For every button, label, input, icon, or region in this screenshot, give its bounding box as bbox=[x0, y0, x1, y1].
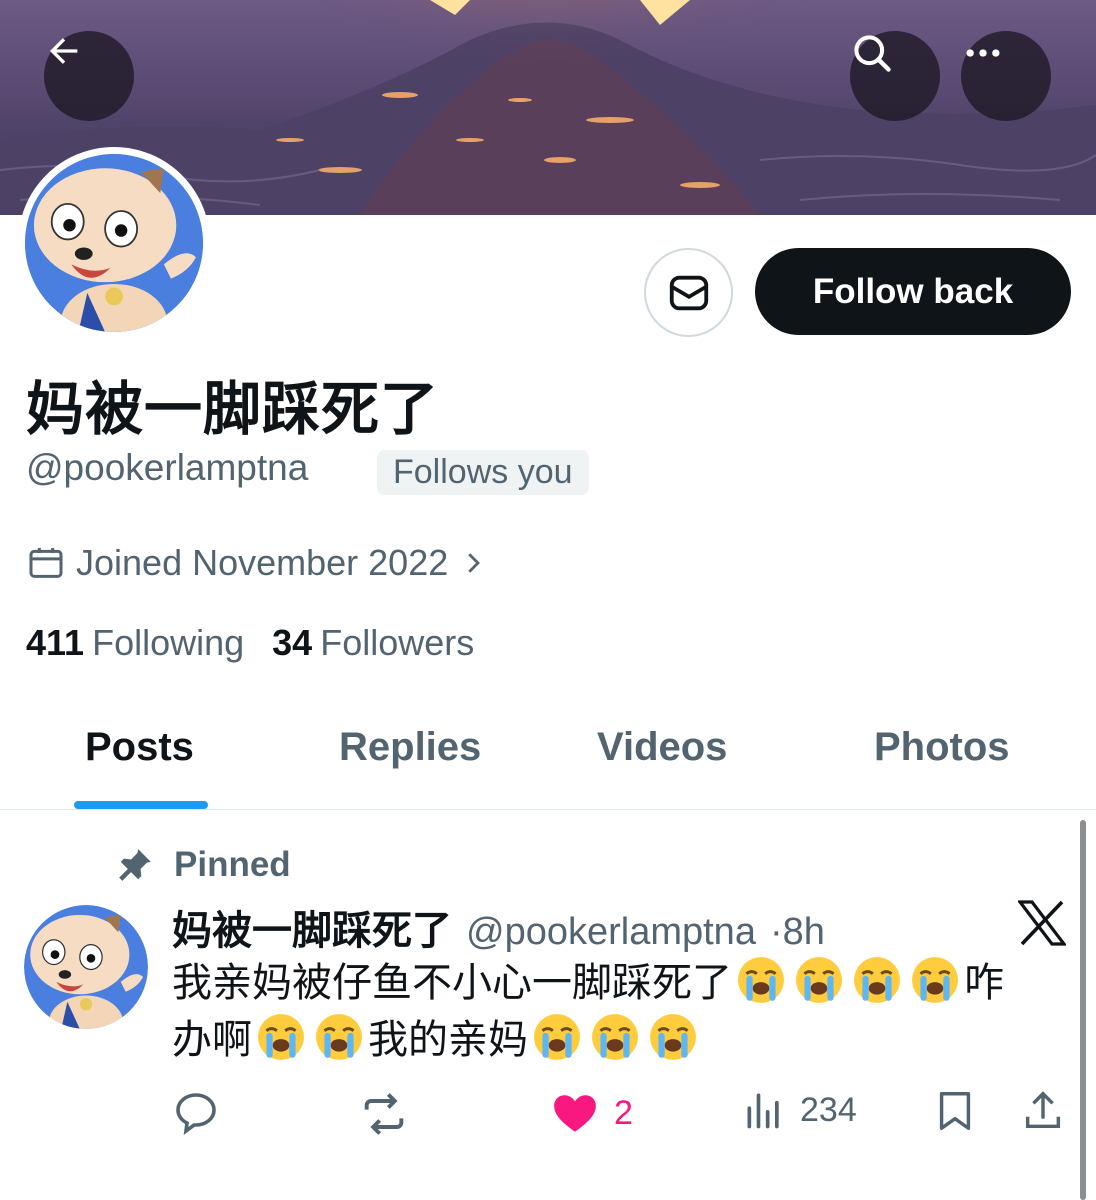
crying-emoji-group-2 bbox=[252, 1014, 368, 1063]
tab-videos[interactable]: Videos bbox=[597, 725, 727, 770]
post-author-name[interactable]: 妈被一脚踩死了 bbox=[172, 898, 452, 956]
active-tab-indicator bbox=[74, 801, 208, 809]
repost-button[interactable] bbox=[358, 1088, 410, 1140]
like-button[interactable]: 2 bbox=[550, 1088, 633, 1138]
cartoon-dog-avatar-image bbox=[24, 905, 148, 1029]
follow-back-button[interactable]: Follow back bbox=[755, 248, 1071, 335]
arrow-left-icon bbox=[50, 38, 78, 64]
back-button[interactable] bbox=[44, 31, 134, 121]
search-icon bbox=[854, 35, 891, 72]
loudly-crying-face-icon bbox=[796, 957, 842, 1003]
followers-label: Followers bbox=[320, 622, 475, 663]
views-button[interactable]: 234 bbox=[742, 1088, 857, 1132]
post-text-line1-suffix: 咋 bbox=[964, 960, 1004, 1006]
tab-posts[interactable]: Posts bbox=[85, 725, 194, 770]
loudly-crying-face-icon bbox=[592, 1014, 638, 1060]
followers-link[interactable]: 34 Followers bbox=[272, 622, 474, 664]
loudly-crying-face-icon bbox=[258, 1014, 304, 1060]
crying-emoji-group-3 bbox=[528, 1014, 702, 1063]
reply-button[interactable] bbox=[172, 1088, 220, 1136]
repost-icon bbox=[364, 1093, 404, 1135]
pin-icon bbox=[119, 849, 151, 881]
views-count: 234 bbox=[800, 1090, 857, 1129]
profile-avatar[interactable] bbox=[18, 147, 210, 339]
loudly-crying-face-icon bbox=[534, 1014, 580, 1060]
joined-text: Joined November 2022 bbox=[76, 542, 449, 583]
post-author-avatar[interactable] bbox=[24, 905, 148, 1029]
post-text-line1: 我亲妈被仔鱼不小心一脚踩死了 bbox=[172, 960, 732, 1006]
analytics-icon bbox=[747, 1093, 779, 1129]
more-button[interactable] bbox=[961, 31, 1051, 121]
x-logo-icon bbox=[1018, 900, 1066, 946]
post-header: 妈被一脚踩死了 @pookerlamptna ·8h bbox=[172, 898, 825, 956]
mail-icon bbox=[669, 275, 708, 310]
share-icon bbox=[1025, 1091, 1061, 1129]
chevron-right-icon bbox=[468, 553, 481, 573]
follow-counts: 411 Following 34 Followers bbox=[26, 622, 474, 664]
message-button[interactable] bbox=[644, 248, 733, 337]
following-link[interactable]: 411 Following bbox=[26, 622, 244, 664]
share-button[interactable] bbox=[1020, 1088, 1066, 1134]
bookmark-icon bbox=[939, 1092, 971, 1130]
reply-icon bbox=[176, 1093, 216, 1135]
loudly-crying-face-icon bbox=[912, 957, 958, 1003]
like-count: 2 bbox=[614, 1093, 633, 1132]
post-time[interactable]: ·8h bbox=[770, 911, 825, 954]
display-name: 妈被一脚踩死了 bbox=[26, 375, 440, 443]
pinned-indicator: Pinned bbox=[116, 845, 291, 885]
cartoon-dog-avatar-image bbox=[25, 154, 203, 332]
tab-replies[interactable]: Replies bbox=[339, 725, 481, 770]
loudly-crying-face-icon bbox=[316, 1014, 362, 1060]
following-count: 411 bbox=[26, 622, 85, 663]
heart-filled-icon bbox=[554, 1095, 596, 1132]
search-button[interactable] bbox=[850, 31, 940, 121]
follows-you-badge: Follows you bbox=[377, 450, 589, 495]
post-action-bar: 2 234 bbox=[0, 1088, 1096, 1148]
post-author-handle[interactable]: @pookerlamptna bbox=[466, 911, 756, 954]
post-text-line2-mid: 我的亲妈 bbox=[368, 1017, 528, 1063]
tab-photos[interactable]: Photos bbox=[874, 725, 1010, 770]
post-text: 我亲妈被仔鱼不小心一脚踩死了 咋 办啊 我的亲妈 bbox=[172, 955, 1062, 1069]
joined-date[interactable]: Joined November 2022 bbox=[26, 542, 488, 584]
crying-emoji-group-1 bbox=[732, 957, 964, 1006]
calendar-icon bbox=[29, 548, 63, 578]
loudly-crying-face-icon bbox=[650, 1014, 696, 1060]
profile-tabs: Posts Replies Videos Photos bbox=[0, 700, 1096, 810]
following-label: Following bbox=[92, 622, 245, 663]
scrollbar[interactable] bbox=[1080, 820, 1086, 1200]
pinned-label: Pinned bbox=[174, 845, 291, 884]
loudly-crying-face-icon bbox=[738, 957, 784, 1003]
bookmark-button[interactable] bbox=[932, 1088, 978, 1134]
user-handle: @pookerlamptna bbox=[26, 447, 309, 488]
more-horizontal-icon bbox=[966, 49, 1000, 57]
followers-count: 34 bbox=[272, 622, 313, 663]
loudly-crying-face-icon bbox=[854, 957, 900, 1003]
post-text-line2-prefix: 办啊 bbox=[172, 1017, 252, 1063]
